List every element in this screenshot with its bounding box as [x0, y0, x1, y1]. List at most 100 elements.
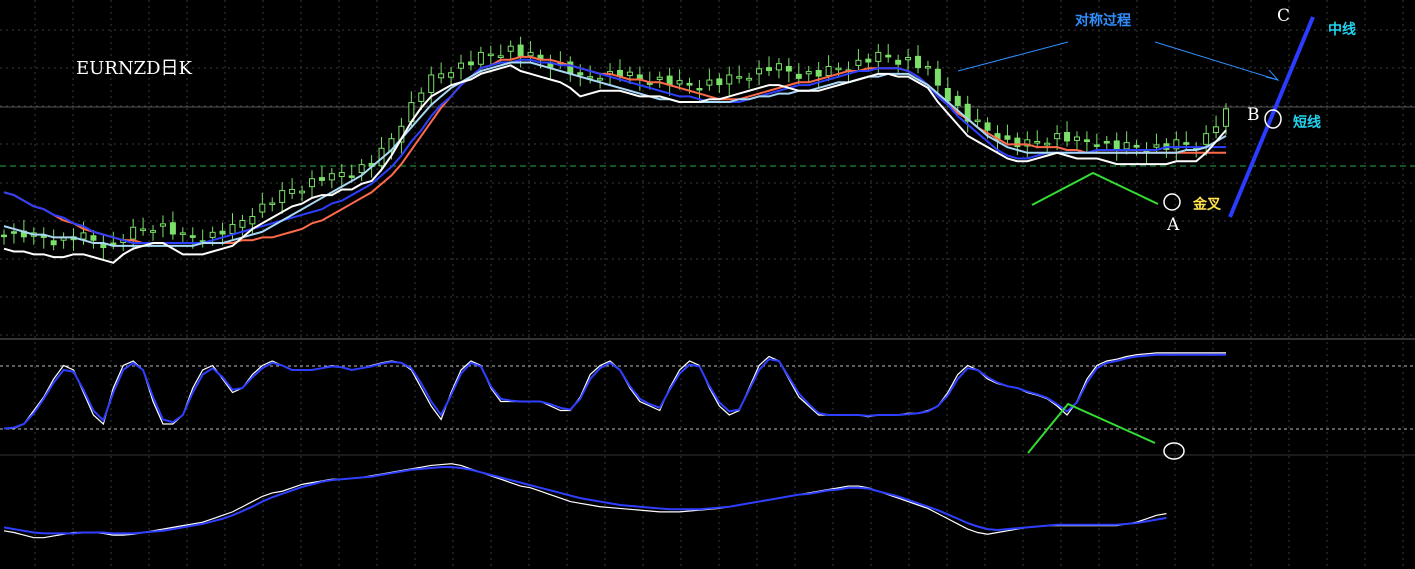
annotation-marks [957, 16, 1315, 460]
candle-body [1213, 126, 1220, 133]
osc-low-circle [1163, 442, 1185, 460]
candle-body [875, 51, 882, 62]
momentum-panel [3, 463, 1167, 539]
candle-body [259, 203, 266, 213]
candle-body [934, 68, 941, 86]
candle-body [775, 63, 782, 71]
candle-body [1054, 133, 1061, 140]
candle-body [348, 175, 355, 178]
candle-body [706, 79, 713, 86]
candle-body [1034, 141, 1041, 144]
candle-body [785, 66, 792, 72]
candle-body [80, 232, 87, 240]
candle-body [696, 88, 703, 91]
candle-body [249, 216, 256, 225]
candle-body [458, 62, 465, 69]
candle-body [835, 67, 842, 71]
candle-body [736, 76, 743, 79]
candle-body [805, 71, 812, 75]
candle-body [189, 235, 196, 238]
pattern-line-price [1031, 171, 1159, 206]
candle-body [1223, 108, 1230, 127]
candle-body [50, 240, 57, 246]
candle-body [716, 78, 723, 86]
candle-body [517, 44, 524, 57]
candle-body [1123, 142, 1130, 150]
candle-body [1133, 144, 1140, 148]
candle-body [239, 219, 246, 228]
short-line-label: 短线 [1293, 115, 1321, 131]
point-b-label: B [1247, 105, 1260, 125]
candle-body [110, 242, 117, 246]
candle-body [825, 66, 832, 77]
candle-body [1073, 136, 1080, 141]
candle-body [1203, 133, 1210, 145]
chart-canvas [0, 0, 1415, 569]
candle-body [1083, 139, 1090, 143]
candle-body [676, 80, 683, 85]
candle-body [428, 74, 435, 93]
candle-body [179, 232, 186, 235]
candle-body [944, 88, 951, 102]
candle-body [954, 95, 961, 106]
chart-title: EURNZD日K [76, 58, 192, 79]
momentum-white-line [3, 463, 1167, 539]
candle-body [905, 56, 912, 61]
candle-body [527, 51, 534, 57]
candle-body [885, 54, 892, 58]
candle-body [726, 74, 733, 85]
candle-body [418, 92, 425, 102]
candle-body [219, 230, 226, 235]
candle-body [577, 72, 584, 76]
candle-body [269, 202, 276, 205]
golden-cross-label: 金叉 [1193, 197, 1221, 213]
candle-body [150, 230, 157, 233]
candle-body [130, 226, 137, 240]
candle-body [209, 231, 216, 238]
symmetry-arrow [1154, 41, 1279, 81]
candle-body [746, 77, 753, 81]
candle-body [497, 55, 504, 58]
candle-body [855, 59, 862, 66]
candle-body [756, 68, 763, 75]
candle-body [448, 72, 455, 78]
candle-body [299, 190, 306, 194]
candle-body [140, 228, 147, 231]
candle-body [1, 234, 7, 238]
candle-body [626, 71, 633, 77]
candle-body [467, 61, 474, 66]
candle-body [358, 164, 365, 174]
candle-body [765, 67, 772, 71]
candle-body [10, 231, 17, 234]
candle-body [328, 173, 335, 181]
candle-body [477, 51, 484, 65]
candle-body [289, 188, 296, 194]
candle-body [666, 75, 673, 86]
candle-body [487, 53, 494, 57]
candle-body [815, 69, 822, 77]
candle-body [318, 177, 325, 181]
candle-body [338, 172, 345, 177]
candle-body [974, 119, 981, 123]
candle-body [597, 77, 604, 81]
candle-body [984, 122, 991, 131]
candle-body [169, 222, 176, 235]
candle-body [1103, 141, 1110, 144]
candle-body [895, 59, 902, 65]
candle-body [1093, 144, 1100, 147]
symmetry-label: 对称过程 [1075, 13, 1131, 29]
candle-body [915, 55, 922, 69]
ma-white-line [3, 64, 1227, 264]
candle-body [1153, 144, 1160, 148]
point-c-label: C [1277, 6, 1291, 26]
candle-body [159, 223, 166, 227]
candle-body [438, 73, 445, 79]
mid-line-label: 中线 [1328, 22, 1356, 38]
candle-body [279, 190, 286, 203]
point-a-label: A [1167, 215, 1180, 235]
candle-body [308, 178, 315, 188]
candle-body [865, 58, 872, 63]
arrow-head [1265, 69, 1280, 81]
candle-body [1113, 140, 1120, 150]
candle-body [1004, 135, 1011, 140]
